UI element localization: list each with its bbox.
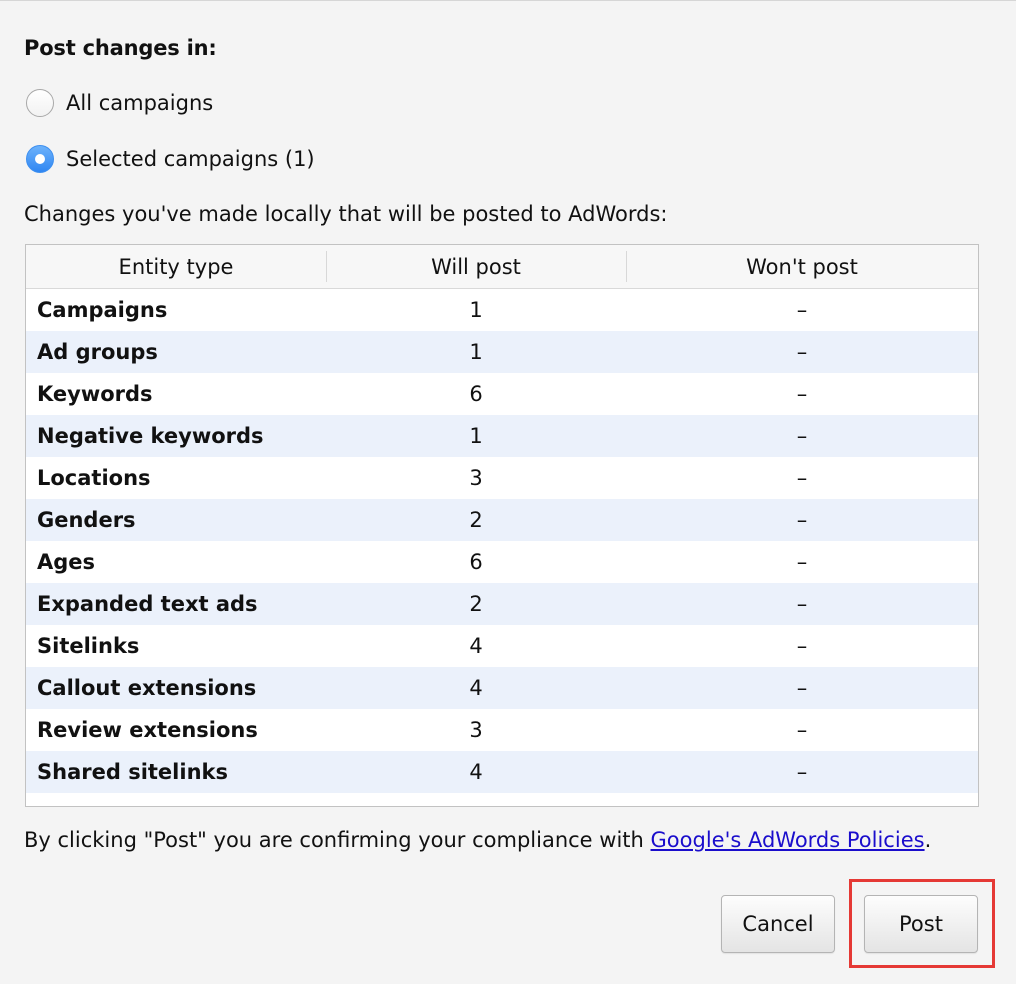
compliance-period: . [924,828,932,852]
post-button[interactable]: Post [864,895,978,953]
post-changes-heading: Post changes in: [24,36,217,60]
compliance-text: By clicking "Post" you are confirming yo… [24,828,651,852]
cell-will-post: 1 [469,298,483,322]
cell-entity-type: Negative keywords [37,424,264,448]
table-row[interactable]: Callout extensions 4 – [26,667,978,709]
table-row[interactable]: Negative keywords 1 – [26,415,978,457]
compliance-notice: By clicking "Post" you are confirming yo… [24,828,931,852]
changes-table[interactable]: Entity type Will post Won't post Campaig… [25,244,979,807]
dialog-top-border [0,0,1016,1]
changes-description: Changes you've made locally that will be… [24,202,668,226]
radio-label-all-campaigns: All campaigns [66,91,214,115]
cell-entity-type: Locations [37,466,151,490]
cell-will-post: 3 [469,718,483,742]
table-row[interactable]: Review extensions 3 – [26,709,978,751]
cell-entity-type: Ages [37,550,96,574]
cell-wont-post: – [796,676,808,700]
cell-entity-type: Genders [37,508,136,532]
cell-entity-type: Review extensions [37,718,258,742]
cell-wont-post: – [796,298,808,322]
header-divider [326,251,327,282]
table-body: Campaigns 1– Ad groups 1– Keywords 6– Negative… [26,289,978,793]
cell-entity-type: Sitelinks [37,634,140,658]
table-row[interactable]: Shared sitelinks 4 – [26,751,978,793]
cell-wont-post: – [796,466,808,490]
cell-wont-post: – [796,718,808,742]
cell-will-post: 4 [469,760,483,784]
cell-entity-type: Expanded text ads [37,592,258,616]
cell-wont-post: – [796,340,808,364]
header-divider [626,251,627,282]
radio-unchecked-icon[interactable] [26,89,54,117]
radio-selected-campaigns[interactable]: Selected campaigns (1) [26,143,315,175]
table-row[interactable]: Sitelinks 4 – [26,625,978,667]
table-row[interactable]: Ad groups 1 – [26,331,978,373]
cell-will-post: 3 [469,466,483,490]
table-row[interactable]: Locations 3 – [26,457,978,499]
radio-label-selected-campaigns: Selected campaigns (1) [66,147,315,171]
cell-entity-type: Callout extensions [37,676,257,700]
table-row[interactable]: Keywords 6 – [26,373,978,415]
cell-wont-post: – [796,382,808,406]
table-row[interactable]: Expanded text ads 2 – [26,583,978,625]
cell-will-post: 1 [469,424,483,448]
cell-wont-post: – [796,508,808,532]
cell-wont-post: – [796,550,808,574]
cell-will-post: 2 [469,508,483,532]
cancel-button[interactable]: Cancel [721,895,835,953]
cell-wont-post: – [796,592,808,616]
radio-checked-icon[interactable] [26,145,54,173]
table-row[interactable]: Campaigns 1 – [26,289,978,331]
cell-will-post: 4 [469,676,483,700]
cell-entity-type: Shared sitelinks [37,760,228,784]
cell-entity-type: Campaigns [37,298,168,322]
cell-entity-type: Ad groups [37,340,158,364]
table-row[interactable]: Genders 2 – [26,499,978,541]
cell-wont-post: – [796,424,808,448]
header-wont-post[interactable]: Won't post [626,255,978,279]
cell-will-post: 2 [469,592,483,616]
cell-will-post: 6 [469,550,483,574]
cell-wont-post: – [796,634,808,658]
table-header: Entity type Will post Won't post [26,245,978,289]
table-row[interactable]: Ages 6 – [26,541,978,583]
cell-will-post: 4 [469,634,483,658]
adwords-policies-link[interactable]: Google's AdWords Policies [651,828,925,852]
cell-will-post: 1 [469,340,483,364]
header-will-post[interactable]: Will post [326,255,626,279]
cell-wont-post: – [796,760,808,784]
header-entity-type[interactable]: Entity type [26,255,326,279]
cell-will-post: 6 [469,382,483,406]
radio-all-campaigns[interactable]: All campaigns [26,87,213,119]
cell-entity-type: Keywords [37,382,153,406]
